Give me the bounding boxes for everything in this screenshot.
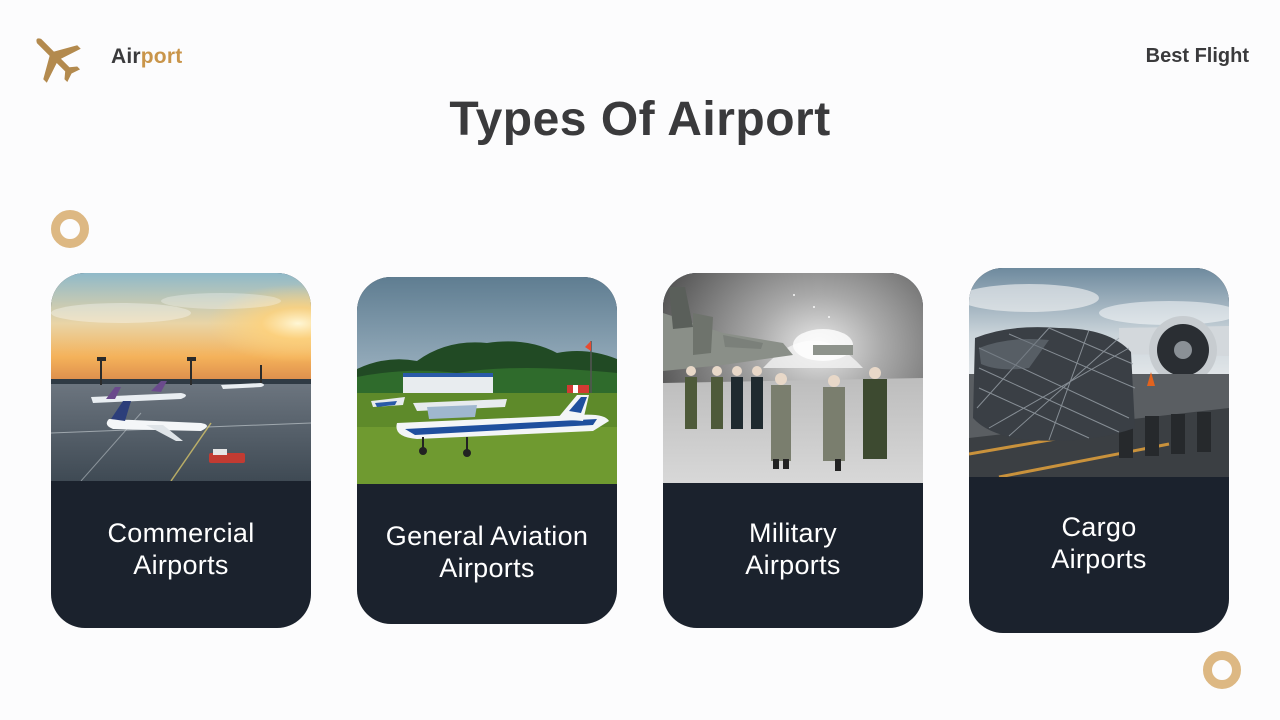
airplane-icon: [26, 28, 86, 88]
cargo-airport-photo: [969, 268, 1229, 477]
brand-name: Airport: [111, 45, 182, 69]
card-label: Military Airports: [663, 517, 923, 581]
card-commercial-airports[interactable]: Commercial Airports: [51, 273, 311, 628]
decorative-ring-bottom: [1203, 651, 1241, 689]
card-cargo-airports[interactable]: Cargo Airports: [969, 268, 1229, 633]
tagline: Best Flight: [1145, 45, 1249, 67]
card-label-line-1: Commercial: [107, 518, 255, 548]
card-label-line-2: Airports: [1051, 544, 1147, 574]
slide: Airport Best Flight Types Of Airport Com…: [0, 0, 1280, 720]
card-label: General Aviation Airports: [357, 520, 617, 584]
card-label: Commercial Airports: [51, 517, 311, 581]
commercial-airport-photo: [51, 273, 311, 481]
card-label-line-2: Airports: [439, 553, 535, 583]
brand-part-1: Air: [111, 45, 141, 68]
military-airport-photo: [663, 273, 923, 483]
card-label: Cargo Airports: [969, 511, 1229, 575]
card-label-line-1: Cargo: [1061, 512, 1137, 542]
decorative-ring-top: [51, 210, 89, 248]
page-title: Types Of Airport: [449, 93, 831, 146]
card-label-line-1: General Aviation: [385, 521, 589, 551]
card-label-line-2: Airports: [745, 550, 841, 580]
card-label-line-2: Airports: [133, 550, 229, 580]
card-military-airports[interactable]: Military Airports: [663, 273, 923, 628]
general-aviation-photo: [357, 277, 617, 484]
brand-part-2: port: [140, 45, 183, 68]
card-label-line-1: Military: [749, 518, 837, 548]
card-general-aviation-airports[interactable]: General Aviation Airports: [357, 277, 617, 624]
